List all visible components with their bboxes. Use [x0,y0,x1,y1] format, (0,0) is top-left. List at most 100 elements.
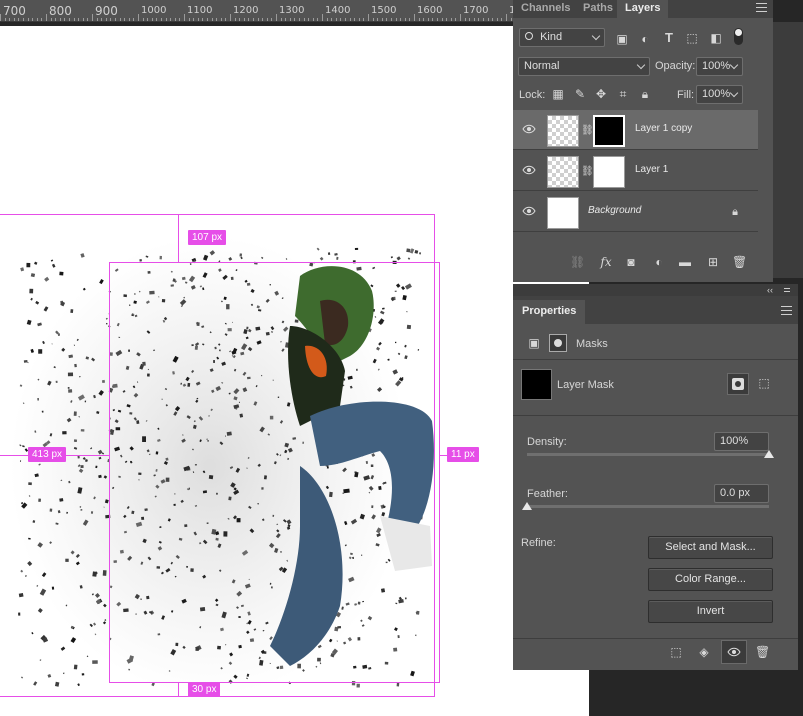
select-and-mask-button[interactable]: Select and Mask... [648,536,773,559]
top-distance-badge: 107 px [188,230,227,245]
close-panel-icon[interactable] [784,288,790,292]
pixel-mask-type-icon[interactable]: ▣ [527,336,541,350]
lock-all-icon[interactable]: 🔒︎ [638,87,652,101]
lock-icon: 🔒︎ [732,206,738,218]
ruler-tick [414,14,415,21]
ruler-label: 1600 [417,5,443,16]
layer-row-background[interactable]: Background 🔒︎ [513,192,758,232]
load-selection-icon[interactable]: ⬚ [669,645,683,659]
layer-row-layer-1-copy[interactable]: ⛓︎ Layer 1 copy [513,110,758,150]
tab-channels[interactable]: Channels [513,0,579,18]
ruler-label: 800 [49,4,72,18]
kind-filter-select[interactable]: Kind [519,28,605,47]
smart-object-filter-icon[interactable]: ◧ [709,31,723,45]
fill-value: 100% [702,88,731,100]
fill-input[interactable]: 100% [696,85,743,104]
layer-thumbnail[interactable] [547,197,579,229]
trash-icon[interactable]: 🗑︎ [755,645,770,659]
layer-name[interactable]: Layer 1 copy [635,123,692,134]
visibility-eye-icon[interactable] [522,206,536,216]
blend-mode-select[interactable]: Normal [518,57,650,76]
mask-visibility-button[interactable] [721,640,747,664]
masks-label: Masks [576,338,608,350]
density-slider-track[interactable] [527,453,769,456]
feather-slider-track[interactable] [527,505,769,508]
folder-icon[interactable]: ▬ [678,255,692,269]
image-filter-icon[interactable]: ▣ [615,32,629,46]
select-pixel-mask-button[interactable] [727,373,749,395]
link-icon[interactable]: ⛓︎ [570,255,585,269]
left-distance-badge: 413 px [28,447,67,462]
type-filter-icon[interactable]: T [662,31,676,45]
color-range-button[interactable]: Color Range... [648,568,773,591]
chevron-down-icon [636,60,646,70]
lock-label: Lock: [519,89,546,101]
adjustment-icon[interactable]: ◐ [652,255,666,269]
layer-row-layer-1[interactable]: ⛓︎ Layer 1 [513,151,758,191]
ruler-label: 1300 [279,5,305,16]
add-vector-mask-icon[interactable]: ⬚ [757,376,771,390]
layers-panel: Channels Paths Layers Kind ▣ ◐ T ⬚ ◧ Nor… [513,0,773,282]
new-layer-icon[interactable]: ⊞ [706,255,720,269]
properties-footer: ⬚ ◈ 🗑︎ [513,638,798,664]
masks-header: ▣ Masks [513,326,798,360]
document-canvas[interactable]: 107 px 413 px 11 px 30 px [0,26,589,716]
refine-label: Refine: [521,537,556,549]
bounding-guide-inner [109,262,440,683]
chain-link-icon[interactable]: ⛓︎ [581,165,594,179]
visibility-eye-icon[interactable] [522,124,536,134]
filter-toggle-icon[interactable] [734,28,743,45]
tab-paths[interactable]: Paths [575,0,621,18]
lock-transparent-pixels-icon[interactable]: ▦ [551,87,565,101]
invert-button[interactable]: Invert [648,600,773,623]
mask-icon[interactable]: ◙ [624,255,638,269]
chevron-down-icon[interactable] [729,60,739,70]
panel-menu-icon[interactable] [781,306,792,315]
tab-properties[interactable]: Properties [513,300,586,324]
ruler-label: 700 [3,4,26,18]
canvas-area[interactable]: 107 px 413 px 11 px 30 px [0,22,589,716]
blend-mode-value: Normal [524,60,560,72]
ruler-tick [46,14,47,21]
tab-layers[interactable]: Layers [617,0,669,18]
layer-thumbnail[interactable] [547,156,579,188]
shape-filter-icon[interactable]: ⬚ [685,31,699,45]
density-slider-thumb[interactable] [764,450,774,458]
apply-mask-icon[interactable]: ◈ [697,645,711,659]
chain-link-icon[interactable]: ⛓︎ [581,124,594,138]
layer-thumbnail[interactable] [547,115,579,147]
ruler-label: 1400 [325,5,351,16]
kind-filter-label: Kind [540,31,563,43]
density-input[interactable]: 100% [714,432,769,451]
panel-menu-icon[interactable] [756,3,767,12]
ruler-tick [184,14,185,21]
layer-name[interactable]: Background [588,205,641,216]
feather-input[interactable]: 0.0 px [714,484,769,503]
mask-type-icon[interactable] [549,334,567,352]
right-distance-badge: 11 px [447,447,479,462]
opacity-input[interactable]: 100% [696,57,743,76]
lock-image-pixels-icon[interactable]: ✎ [573,87,587,101]
layer-mask-label: Layer Mask [557,379,614,391]
layer-mask-thumbnail[interactable] [593,156,625,188]
layer-mask-thumbnail[interactable] [593,115,625,147]
ruler-tick [230,14,231,21]
layer-name[interactable]: Layer 1 [635,164,668,175]
density-label: Density: [527,436,567,448]
visibility-eye-icon[interactable] [522,165,536,175]
feather-slider-thumb[interactable] [522,502,532,510]
density-value: 100% [720,435,749,447]
feather-value: 0.0 px [720,487,750,499]
lock-artboard-icon[interactable]: ⌗ [616,87,630,101]
trash-icon[interactable]: 🗑︎ [732,255,747,269]
ruler-label: 900 [95,4,118,18]
lock-position-icon[interactable]: ✥ [594,87,608,101]
adjustment-filter-icon[interactable]: ◐ [638,32,652,46]
collapse-panel-icon[interactable]: ‹‹ [763,284,777,296]
ruler-tick [276,14,277,21]
fx-icon[interactable]: fx [599,255,613,269]
ruler-label: 1000 [141,5,167,16]
ruler-tick [138,14,139,21]
chevron-down-icon[interactable] [729,88,739,98]
ruler-tick [0,14,1,21]
